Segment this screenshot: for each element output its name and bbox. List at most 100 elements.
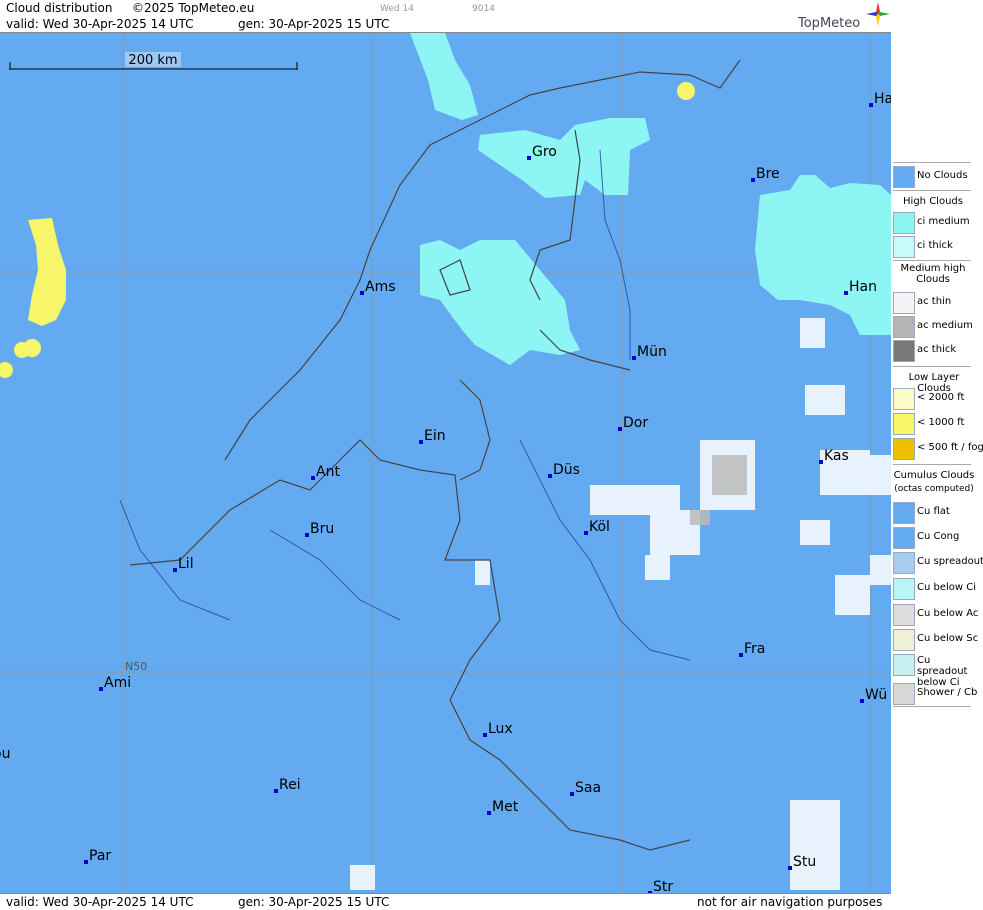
city-dot	[819, 460, 823, 464]
city-dot	[173, 568, 177, 572]
ac-medium-swatch	[893, 316, 915, 338]
scale-label: 200 km	[128, 53, 177, 68]
ac-thin-label: ac thin	[917, 296, 952, 307]
city-dot	[584, 531, 588, 535]
legend-divider	[893, 162, 971, 163]
legend-divider	[893, 464, 971, 465]
legend-cu-below-ci: Cu below Ci	[893, 578, 981, 600]
city-label: Lux	[488, 721, 513, 737]
city-label: Met	[492, 799, 519, 815]
city-dot	[527, 156, 531, 160]
legend-ac-thick: ac thick	[893, 340, 981, 362]
low-500-label: < 500 ft / fog	[917, 442, 983, 453]
city-dot	[860, 699, 864, 703]
cu-spreadout-label: Cu spreadout	[917, 556, 983, 567]
city-label: Mün	[637, 344, 667, 360]
city-marker: Ams	[360, 279, 396, 295]
city-dot	[99, 687, 103, 691]
legend-divider	[893, 260, 971, 261]
city-label: Par	[89, 848, 111, 864]
city-dot	[305, 533, 309, 537]
city-marker: Ami	[99, 675, 131, 691]
city-marker: Par	[84, 848, 111, 864]
ac-thick-label: ac thick	[917, 344, 957, 355]
city-label: Ha	[874, 91, 891, 107]
cu-below-sc-swatch	[893, 629, 915, 651]
city-dot	[311, 476, 315, 480]
cloud-map[interactable]: 200 km N50 Ha Gro Bre Ams Han Mün Dor Ein Kas Ant…	[0, 33, 891, 893]
city-marker: Lux	[483, 721, 513, 737]
map-canvas: 200 km N50 Ha Gro Bre Ams Han Mün Dor Ein Kas Ant…	[0, 33, 891, 893]
legend-cu-below-ac: Cu below Ac	[893, 604, 981, 626]
city-dot	[84, 860, 88, 864]
city-dot	[487, 811, 491, 815]
cu-below-ac-label: Cu below Ac	[917, 608, 979, 619]
city-dot	[570, 792, 574, 796]
city-dot	[788, 866, 792, 870]
city-label: ou	[0, 746, 10, 762]
city-dot	[618, 427, 622, 431]
city-dot	[869, 103, 873, 107]
legend-cu-spreadout: Cu spreadout	[893, 552, 983, 574]
city-label: Rei	[279, 777, 301, 793]
legend-ac-thin: ac thin	[893, 292, 981, 314]
footer-generated-time: gen: 30-Apr-2025 15 UTC	[238, 895, 390, 909]
cu-below-ci-label: Cu below Ci	[917, 582, 977, 593]
city-label: Ant	[316, 464, 340, 480]
city-label: Gro	[532, 144, 557, 160]
city-label: Fra	[744, 641, 765, 657]
city-dot	[274, 789, 278, 793]
cu-flat-swatch	[893, 502, 915, 524]
no-clouds-label: No Clouds	[917, 170, 968, 181]
legend-low-500: < 500 ft / fog	[893, 438, 983, 460]
city-dot	[360, 291, 364, 295]
city-marker: Bru	[305, 521, 334, 537]
low-2000-label: < 2000 ft	[917, 392, 965, 403]
cu-below-ac-swatch	[893, 604, 915, 626]
city-label: Bre	[756, 166, 780, 182]
city-marker: Bre	[751, 166, 780, 182]
legend-cu-spreadout-ci: Cu spreadout below Ci	[893, 654, 981, 688]
city-marker: Dor	[618, 415, 648, 431]
cu-below-ci-swatch	[893, 578, 915, 600]
city-label: Bru	[310, 521, 334, 537]
city-dot	[739, 653, 743, 657]
city-label: Ami	[104, 675, 131, 691]
shower-label: Shower / Cb	[917, 687, 978, 698]
footer-valid-time: valid: Wed 30-Apr-2025 14 UTC	[6, 895, 194, 909]
low-1000-swatch	[893, 413, 915, 435]
city-marker: Han	[844, 279, 877, 295]
timeslot-label: Wed 14	[380, 4, 414, 14]
legend-cu-flat: Cu flat	[893, 502, 981, 524]
product-title: Cloud distribution	[6, 1, 113, 15]
legend-ci-medium: ci medium	[893, 212, 981, 234]
ac-medium-label: ac medium	[917, 320, 973, 331]
legend-divider	[893, 366, 971, 367]
city-dot	[483, 733, 487, 737]
city-marker: Düs	[548, 462, 580, 478]
legend-shower: Shower / Cb	[893, 683, 981, 705]
cu-cong-label: Cu Cong	[917, 531, 960, 542]
compass-logo-icon	[866, 2, 890, 26]
low-1000-label: < 1000 ft	[917, 417, 965, 428]
city-label: Köl	[589, 519, 610, 535]
cu-spreadout-ci-swatch	[893, 654, 915, 676]
cumulus-title: Cumulus Clouds	[893, 470, 975, 481]
ci-medium-swatch	[893, 212, 915, 234]
disclaimer: not for air navigation purposes	[697, 895, 883, 909]
city-dot	[419, 440, 423, 444]
copyright: ©2025 TopMeteo.eu	[132, 1, 255, 15]
valid-time: valid: Wed 30-Apr-2025 14 UTC	[6, 17, 194, 31]
shower-swatch	[893, 683, 915, 705]
city-label: Wü	[865, 687, 887, 703]
latitude-label: N50	[125, 660, 147, 673]
city-dot	[844, 291, 848, 295]
city-label: Saa	[575, 780, 601, 796]
city-marker: Wü	[860, 687, 887, 703]
ci-thick-swatch	[893, 236, 915, 258]
city-marker: Met	[487, 799, 519, 815]
legend-ac-medium: ac medium	[893, 316, 981, 338]
medium-clouds-title: Medium high Clouds	[900, 263, 966, 285]
high-clouds-title: High Clouds	[903, 196, 963, 207]
city-marker: Mün	[632, 344, 667, 360]
